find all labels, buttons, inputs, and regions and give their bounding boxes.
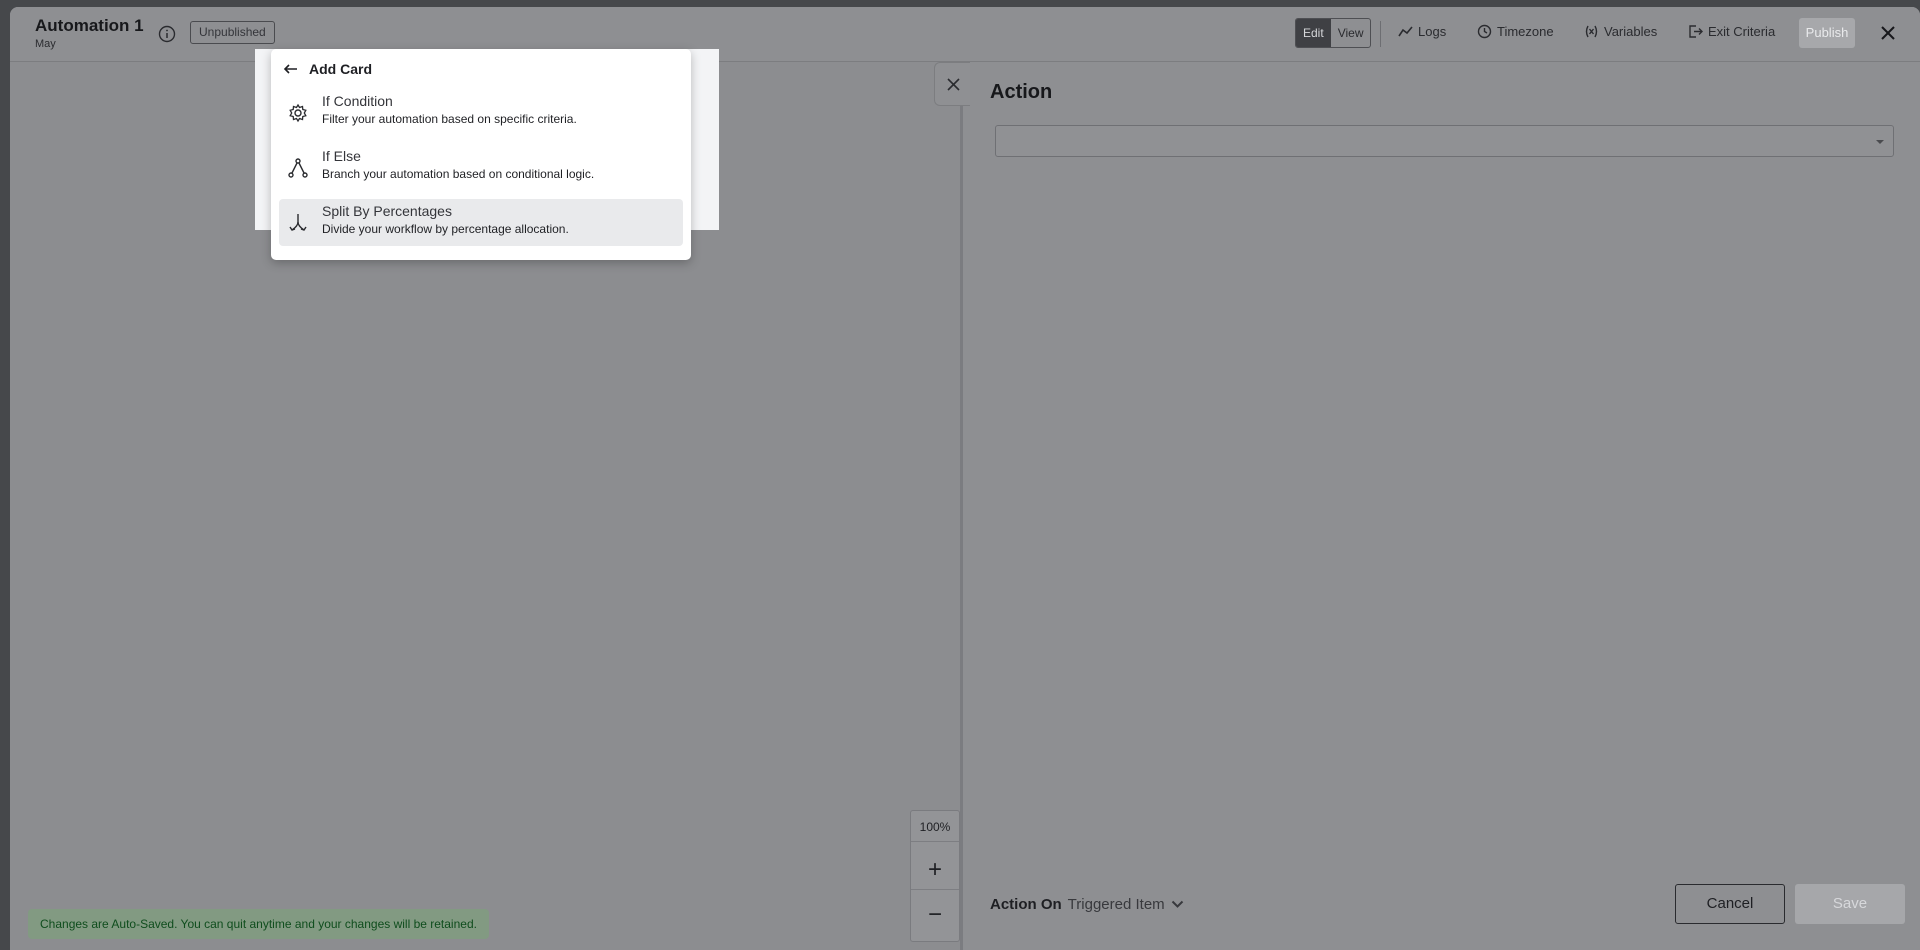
chevron-down-icon — [1171, 900, 1183, 908]
option-name: If Condition — [322, 93, 393, 109]
automation-editor: Automation 1 May Unpublished Edit View L… — [10, 7, 1920, 950]
option-description: Branch your automation based on conditio… — [322, 167, 595, 181]
close-icon[interactable] — [1878, 23, 1898, 43]
zoom-in-button[interactable]: + — [911, 856, 959, 884]
close-panel-button[interactable] — [934, 62, 970, 106]
action-select[interactable] — [995, 125, 1894, 157]
variables-label: Variables — [1604, 24, 1658, 39]
action-on-value: Triggered Item — [1067, 896, 1165, 913]
close-icon — [947, 78, 960, 91]
panel-title: Action — [990, 81, 1053, 103]
zoom-divider — [911, 889, 959, 890]
save-button[interactable]: Save — [1795, 884, 1905, 924]
option-description: Filter your automation based on specific… — [322, 112, 577, 126]
publish-button[interactable]: Publish — [1799, 18, 1855, 48]
zoom-level: 100% — [919, 820, 951, 834]
option-if-else[interactable]: If Else Branch your automation based on … — [279, 144, 683, 191]
option-split-by-percentages[interactable]: Split By Percentages Divide your workflo… — [279, 199, 683, 246]
add-card-menu: Add Card If Condition Filter your automa… — [271, 49, 691, 260]
chart-line-icon — [1398, 26, 1413, 37]
autosave-notice: Changes are Auto-Saved. You can quit any… — [28, 909, 489, 939]
clock-icon — [1477, 24, 1492, 39]
view-mode-button[interactable]: View — [1331, 19, 1371, 47]
logs-label: Logs — [1418, 24, 1447, 39]
status-badge: Unpublished — [190, 21, 275, 44]
exit-criteria-label: Exit Criteria — [1708, 24, 1776, 39]
action-on-label: Action On — [990, 896, 1062, 913]
zoom-controls: 100% + − — [910, 810, 960, 942]
mode-toggle: Edit View — [1295, 18, 1372, 48]
add-card-header: Add Card — [283, 61, 372, 77]
option-name: If Else — [322, 148, 361, 164]
action-on-selector[interactable]: Action On Triggered Item — [990, 896, 1184, 913]
variables-button[interactable]: Variables — [1584, 24, 1657, 39]
option-if-condition[interactable]: If Condition Filter your automation base… — [279, 89, 683, 136]
logs-button[interactable]: Logs — [1398, 24, 1446, 39]
timezone-button[interactable]: Timezone — [1477, 24, 1554, 39]
page-subtitle: May — [35, 38, 56, 50]
variable-icon — [1585, 25, 1598, 38]
zoom-out-button[interactable]: − — [911, 901, 959, 929]
timezone-label: Timezone — [1497, 24, 1554, 39]
action-panel — [960, 62, 1920, 950]
exit-criteria-button[interactable]: Exit Criteria — [1688, 24, 1775, 39]
add-card-title: Add Card — [309, 61, 372, 77]
cancel-button[interactable]: Cancel — [1675, 884, 1785, 924]
exit-icon — [1689, 25, 1703, 38]
info-icon[interactable] — [158, 25, 176, 43]
option-name: Split By Percentages — [322, 203, 452, 219]
edit-mode-button[interactable]: Edit — [1296, 19, 1331, 47]
back-arrow-icon[interactable] — [283, 61, 299, 77]
header-divider — [1380, 21, 1381, 47]
split-icon — [289, 214, 307, 231]
branch-icon — [288, 158, 308, 178]
gear-icon — [289, 103, 307, 123]
page-title: Automation 1 — [35, 16, 144, 35]
zoom-divider — [911, 841, 959, 842]
chevron-down-icon — [1876, 140, 1884, 144]
option-description: Divide your workflow by percentage alloc… — [322, 222, 569, 236]
